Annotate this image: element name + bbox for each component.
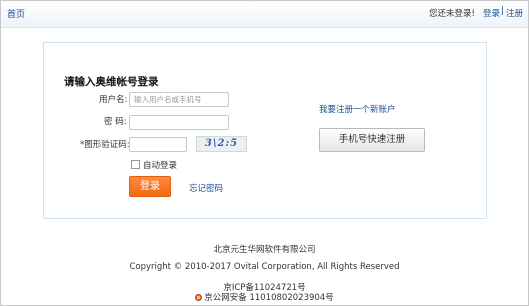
header-register-link[interactable]: 注册 — [506, 7, 523, 19]
username-input[interactable]: 输入用户名或手机号 — [129, 92, 229, 107]
home-link[interactable]: 首页 — [7, 7, 25, 20]
mobile-register-button[interactable]: 手机号快速注册 — [319, 128, 425, 152]
footer-police-text: 京公网安备 11010802023904号 — [204, 293, 334, 303]
footer-company: 北京元生华网软件有限公司 — [213, 245, 316, 255]
police-badge-icon — [195, 294, 203, 301]
footer-copyright: Copyright © 2010-2017 Ovital Corporation… — [129, 262, 400, 272]
header-separator: | — [501, 6, 505, 16]
password-label: 密 码: — [104, 117, 127, 127]
password-input[interactable] — [129, 115, 229, 130]
login-button[interactable]: 登录 — [129, 176, 171, 197]
captcha-image[interactable]: 3\2:5 — [196, 136, 247, 152]
login-status-text: 您还未登录! — [429, 9, 475, 19]
auto-login-label[interactable]: 自动登录 — [143, 159, 177, 171]
new-account-link[interactable]: 我要注册一个新账户 — [319, 103, 396, 115]
login-title: 请输入奥维帐号登录 — [64, 76, 159, 88]
username-label: 用户名: — [99, 95, 128, 105]
footer-police-record[interactable]: 京公网安备 11010802023904号 — [0, 291, 529, 303]
header-login-link[interactable]: 登录 — [483, 7, 500, 19]
auto-login-checkbox[interactable] — [131, 160, 140, 169]
captcha-input[interactable] — [129, 137, 187, 152]
forgot-password-link[interactable]: 忘记密码 — [189, 182, 223, 194]
captcha-label: *图形验证码: — [80, 140, 130, 150]
